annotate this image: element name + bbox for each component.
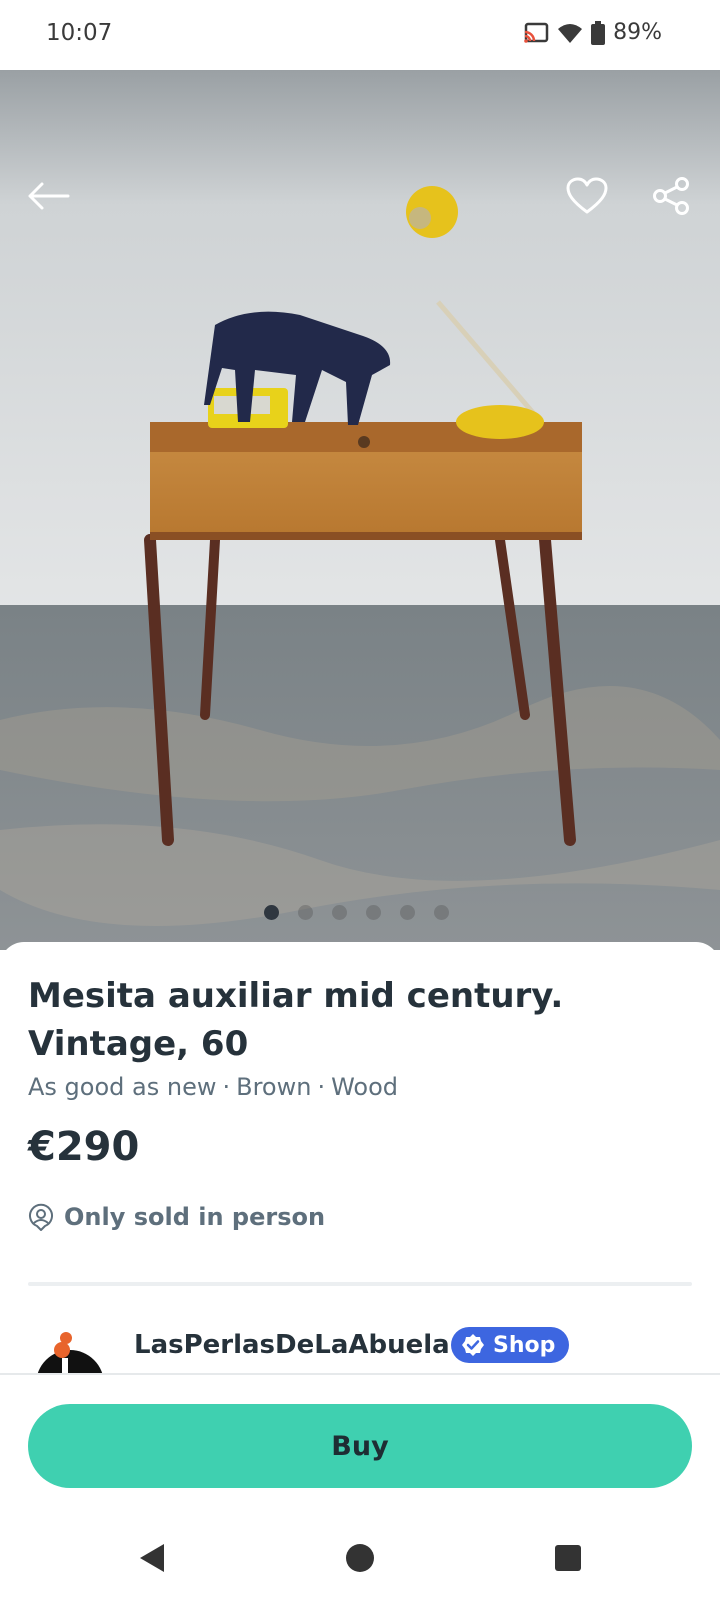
share-icon [653, 177, 689, 215]
shop-badge-label: Shop [493, 1332, 556, 1358]
product-attributes: As good as new · Brown · Wood [28, 1073, 398, 1101]
gallery-dot[interactable] [332, 905, 347, 920]
favorite-button[interactable] [563, 172, 611, 220]
share-button[interactable] [647, 172, 695, 220]
section-divider [28, 1282, 692, 1286]
attribute-separator: · [317, 1073, 326, 1101]
gallery-dot[interactable] [298, 905, 313, 920]
nav-back-button[interactable] [132, 1538, 172, 1578]
wifi-icon [558, 23, 583, 43]
gallery-dot[interactable] [366, 905, 381, 920]
product-price: €290 [28, 1124, 140, 1170]
battery-icon [591, 20, 606, 45]
status-icons: 89% [523, 20, 662, 45]
recents-square-icon [555, 1545, 581, 1571]
seller-row[interactable]: LasPerlasDeLaAbuela .. Shop [28, 1318, 692, 1402]
home-circle-icon [346, 1544, 374, 1572]
attribute-separator: · [222, 1073, 231, 1101]
product-image [0, 70, 720, 950]
gallery-dot[interactable] [434, 905, 449, 920]
back-button[interactable] [24, 172, 72, 220]
material-label: Wood [331, 1073, 399, 1101]
gallery-pagination[interactable] [264, 905, 449, 920]
delivery-info[interactable]: Only sold in person [28, 1203, 325, 1231]
back-triangle-icon [140, 1544, 164, 1572]
cast-icon [524, 22, 549, 43]
back-arrow-icon [28, 182, 70, 210]
nav-recents-button[interactable] [548, 1538, 588, 1578]
heart-icon [566, 177, 608, 214]
battery-percent: 89% [613, 20, 662, 45]
status-bar: 10:07 89% [0, 0, 720, 70]
status-time: 10:07 [46, 20, 113, 46]
seller-name[interactable]: LasPerlasDeLaAbuela .. [134, 1330, 479, 1360]
verified-check-icon [462, 1334, 484, 1356]
person-pin-icon [29, 1203, 53, 1231]
delivery-label: Only sold in person [64, 1203, 326, 1231]
gallery-dot[interactable] [400, 905, 415, 920]
gallery-dot[interactable] [264, 905, 279, 920]
nav-home-button[interactable] [340, 1538, 380, 1578]
shop-badge: Shop [451, 1327, 570, 1363]
buy-button[interactable]: Buy [28, 1404, 692, 1488]
product-photo[interactable] [0, 70, 720, 950]
product-title: Mesita auxiliar mid century. Vintage, 60 [28, 976, 564, 1064]
color-label: Brown [236, 1073, 312, 1101]
condition-label: As good as new [28, 1073, 217, 1101]
